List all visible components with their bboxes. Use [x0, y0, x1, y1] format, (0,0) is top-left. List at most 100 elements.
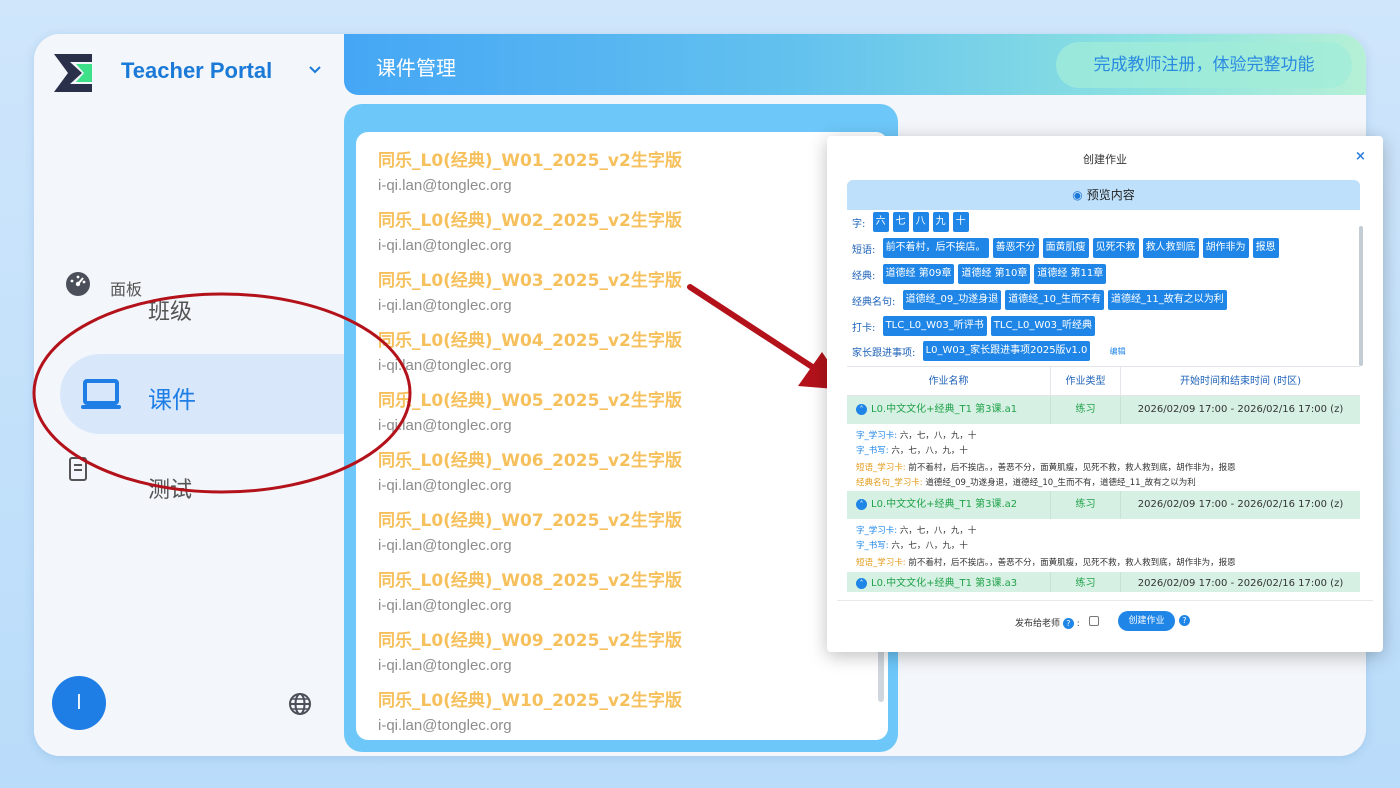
- detail-value: 六，七，八，九，十: [897, 526, 977, 536]
- homework-detail-line: 字_学习卡: 六，七，八，九，十: [856, 429, 976, 441]
- phrase-tag[interactable]: 前不着村，后不挨店。: [882, 238, 989, 258]
- homework-type: 练习: [1051, 491, 1121, 519]
- detail-key: 字_学习卡:: [856, 431, 898, 441]
- phrase-tag[interactable]: 面黄肌瘦: [1042, 238, 1089, 258]
- classic-tag[interactable]: 道德经 第09章: [882, 264, 955, 284]
- help-icon[interactable]: ?: [1062, 618, 1074, 629]
- edit-link[interactable]: 编辑: [1110, 346, 1126, 357]
- char-tag[interactable]: 六: [872, 212, 889, 232]
- phrase-tag[interactable]: 报恩: [1252, 238, 1279, 258]
- detail-key: 字_书写:: [856, 446, 889, 456]
- classic-tag[interactable]: 道德经 第10章: [958, 264, 1031, 284]
- preview-scrollbar[interactable]: [1359, 226, 1363, 366]
- list-item[interactable]: 同乐_L0(经典)_W05_2025_v2生字版 i-qi.lan@tongle…: [378, 386, 682, 434]
- homework-name: L0.中文文化+经典_T1 第3课.a3: [871, 578, 1018, 589]
- quote-tag[interactable]: 道德经_11_故有之以为利: [1108, 290, 1227, 310]
- quote-tag[interactable]: 道德经_09_功遂身退: [902, 290, 1002, 310]
- list-item[interactable]: 同乐_L0(经典)_W04_2025_v2生字版 i-qi.lan@tongle…: [378, 326, 682, 374]
- list-item[interactable]: 同乐_L0(经典)_W06_2025_v2生字版 i-qi.lan@tongle…: [378, 446, 682, 494]
- checkin-tag[interactable]: TLC_L0_W03_听经典: [990, 316, 1095, 336]
- list-item[interactable]: 同乐_L0(经典)_W09_2025_v2生字版 i-qi.lan@tongle…: [378, 626, 682, 674]
- homework-type: 练习: [1051, 572, 1121, 592]
- courseware-title: 同乐_L0(经典)_W05_2025_v2生字版: [378, 391, 682, 411]
- checkin-tag[interactable]: TLC_L0_W03_听评书: [882, 316, 987, 336]
- courseware-owner: i-qi.lan@tonglec.org: [378, 237, 512, 254]
- page-title: 课件管理: [376, 56, 456, 80]
- classic-tag[interactable]: 道德经 第11章: [1034, 264, 1107, 284]
- char-tag[interactable]: 十: [952, 212, 969, 232]
- detail-value: 道德经_09_功遂身退，道德经_10_生而不有，道德经_11_故有之以为利: [922, 478, 1196, 488]
- char-tag[interactable]: 九: [932, 212, 949, 232]
- detail-key: 字_学习卡:: [856, 526, 898, 536]
- detail-key: 短语_学习卡:: [856, 558, 906, 568]
- column-header: 作业类型: [1051, 367, 1121, 396]
- preview-header[interactable]: ◉ 预览内容: [847, 180, 1360, 210]
- quote-tag[interactable]: 道德经_10_生而不有: [1005, 290, 1105, 310]
- chevron-up-icon[interactable]: ˄: [856, 577, 867, 589]
- char-tag[interactable]: 七: [892, 212, 909, 232]
- courseware-owner: i-qi.lan@tonglec.org: [378, 717, 512, 734]
- courseware-title: 同乐_L0(经典)_W10_2025_v2生字版: [378, 691, 682, 711]
- phrase-tag[interactable]: 胡作非为: [1202, 238, 1249, 258]
- list-item[interactable]: 同乐_L0(经典)_W07_2025_v2生字版 i-qi.lan@tongle…: [378, 506, 682, 554]
- avatar[interactable]: l: [52, 676, 106, 730]
- chevron-up-icon[interactable]: ˄: [856, 403, 867, 415]
- list-item[interactable]: 同乐_L0(经典)_W08_2025_v2生字版 i-qi.lan@tongle…: [378, 566, 682, 614]
- preview-label: 预览内容: [1086, 188, 1135, 202]
- courseware-title: 同乐_L0(经典)_W02_2025_v2生字版: [378, 211, 682, 231]
- phrase-tag[interactable]: 救人救到底: [1142, 238, 1199, 258]
- table-row[interactable]: ˄ L0.中文文化+经典_T1 第3课.a2 练习 2026/02/09 17:0…: [847, 491, 1360, 519]
- publish-to-teacher-checkbox[interactable]: [1089, 616, 1099, 626]
- column-header: 作业名称: [847, 367, 1051, 396]
- homework-type: 练习: [1051, 396, 1121, 424]
- detail-value: 六，七，八，九，十: [888, 541, 968, 551]
- row-label: 短语:: [852, 244, 876, 256]
- sidebar-item-courseware[interactable]: 课件: [34, 364, 344, 424]
- table-row[interactable]: ˄ L0.中文文化+经典_T1 第3课.a1 练习 2026/02/09 17:0…: [847, 396, 1360, 424]
- phrase-tag[interactable]: 善恶不分: [992, 238, 1039, 258]
- publish-label-text: 发布给老师: [1015, 619, 1061, 629]
- detail-value: 前不着村，后不挨店。，善恶不分，面黄肌瘦，见死不救，救人救到底，胡作非为，报恩: [905, 558, 1236, 568]
- courseware-title: 同乐_L0(经典)_W01_2025_v2生字版: [378, 151, 682, 171]
- courseware-owner: i-qi.lan@tonglec.org: [378, 537, 512, 554]
- detail-value: 前不着村，后不挨店。，善恶不分，面黄肌瘦，见死不救，救人救到底，胡作非为，报恩: [905, 463, 1236, 473]
- list-item[interactable]: 同乐_L0(经典)_W01_2025_v2生字版 i-qi.lan@tongle…: [378, 146, 682, 194]
- sidebar-item-test[interactable]: 测试: [34, 454, 344, 514]
- parent-tag[interactable]: L0_W03_家长跟进事项2025版v1.0: [922, 341, 1091, 361]
- courseware-owner: i-qi.lan@tonglec.org: [378, 417, 512, 434]
- homework-time: 2026/02/09 17:00 - 2026/02/16 17:00 (z): [1137, 578, 1344, 589]
- homework-name-cell: ˄ L0.中文文化+经典_T1 第3课.a3: [847, 572, 1051, 592]
- close-icon[interactable]: ×: [1355, 149, 1366, 164]
- courseware-title: 同乐_L0(经典)_W06_2025_v2生字版: [378, 451, 682, 471]
- row-label: 打卡:: [852, 322, 876, 334]
- chevron-down-icon[interactable]: [307, 62, 323, 78]
- courseware-owner: i-qi.lan@tonglec.org: [378, 477, 512, 494]
- courseware-title: 同乐_L0(经典)_W08_2025_v2生字版: [378, 571, 682, 591]
- row-label: 经典:: [852, 270, 876, 282]
- dialog-footer-divider: [837, 600, 1373, 601]
- phrase-tag[interactable]: 见死不救: [1092, 238, 1139, 258]
- homework-name-cell: ˄ L0.中文文化+经典_T1 第3课.a2: [847, 491, 1051, 519]
- help-icon[interactable]: ?: [1179, 615, 1190, 626]
- brand-name[interactable]: Teacher Portal: [121, 58, 272, 84]
- preview-parent-row: 家长跟进事项: L0_W03_家长跟进事项2025版v1.0 编辑: [852, 341, 1126, 361]
- row-label: 经典名句:: [852, 296, 896, 308]
- complete-registration-button[interactable]: 完成教师注册，体验完整功能: [1056, 42, 1352, 88]
- document-icon: [69, 457, 87, 481]
- chevron-up-icon[interactable]: ˄: [856, 498, 867, 510]
- globe-icon[interactable]: [288, 692, 312, 716]
- sidebar-item-class[interactable]: 班级: [34, 284, 344, 344]
- row-label: 家长跟进事项:: [852, 347, 916, 359]
- list-item[interactable]: 同乐_L0(经典)_W10_2025_v2生字版 i-qi.lan@tongle…: [378, 686, 682, 734]
- column-header: 开始时间和结束时间 (时区): [1180, 376, 1301, 387]
- table-row[interactable]: ˄ L0.中文文化+经典_T1 第3课.a3 练习 2026/02/09 17:0…: [847, 572, 1360, 592]
- homework-name-cell: ˄ L0.中文文化+经典_T1 第3课.a1: [847, 396, 1051, 424]
- preview-checkin-row: 打卡: TLC_L0_W03_听评书 TLC_L0_W03_听经典: [852, 316, 1099, 336]
- char-tag[interactable]: 八: [912, 212, 929, 232]
- create-homework-button[interactable]: 创建作业: [1118, 611, 1175, 631]
- homework-detail-line: 经典名句_学习卡: 道德经_09_功遂身退，道德经_10_生而不有，道德经_11…: [856, 476, 1196, 488]
- publish-to-teacher-label: 发布给老师 ? :: [1015, 618, 1080, 629]
- list-item[interactable]: 同乐_L0(经典)_W02_2025_v2生字版 i-qi.lan@tongle…: [378, 206, 682, 254]
- list-item[interactable]: 同乐_L0(经典)_W03_2025_v2生字版 i-qi.lan@tongle…: [378, 266, 682, 314]
- courseware-title: 同乐_L0(经典)_W04_2025_v2生字版: [378, 331, 682, 351]
